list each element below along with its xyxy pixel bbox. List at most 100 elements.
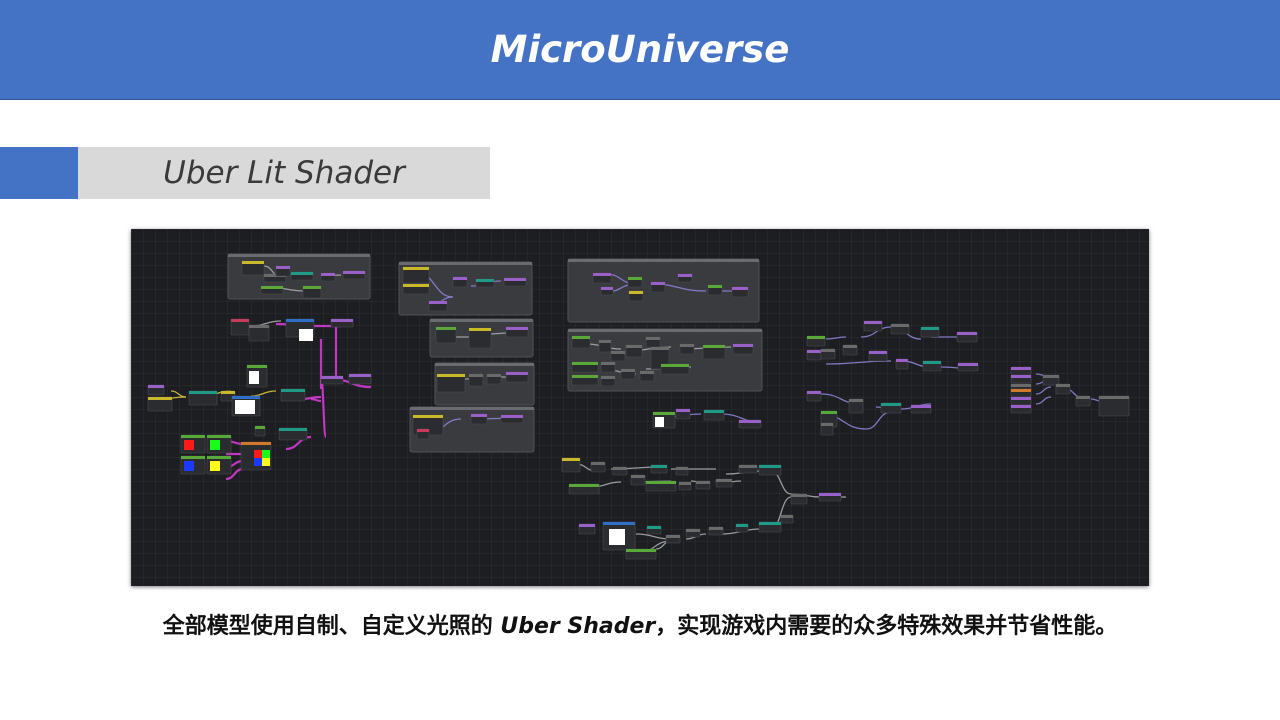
preview-swatch: [655, 417, 664, 427]
shader-node-header: [626, 549, 656, 552]
shader-node-header: [696, 481, 710, 484]
shader-node-header: [242, 261, 264, 264]
shader-node-header: [680, 344, 694, 347]
header-bar: MicroUniverse: [0, 0, 1280, 100]
preview-swatch: [254, 450, 262, 458]
preview-swatch: [235, 400, 255, 414]
caption: 全部模型使用自制、自定义光照的 Uber Shader，实现游戏内需要的众多特殊…: [0, 608, 1280, 640]
node-group-header: [568, 329, 762, 332]
shader-node-header: [1099, 396, 1129, 399]
shader-node-header: [736, 524, 748, 527]
shader-node-header: [601, 376, 615, 379]
shader-node-header: [646, 481, 676, 484]
section-accent: [0, 147, 78, 199]
shader-node-header: [646, 337, 660, 340]
shader-node-header: [869, 351, 887, 354]
shader-node-header: [276, 266, 290, 269]
shader-node-header: [207, 435, 231, 438]
shader-node-header: [819, 493, 841, 496]
shader-node-header: [739, 420, 761, 423]
connection-wire: [250, 390, 277, 397]
shader-node-header: [881, 403, 901, 406]
shader-node-header: [923, 361, 941, 364]
shader-node-header: [601, 287, 613, 290]
shader-node-header: [651, 347, 669, 350]
shader-node-header: [849, 399, 863, 402]
shader-node-header: [739, 465, 757, 468]
connection-wire: [1035, 386, 1052, 395]
shader-node-header: [666, 535, 680, 538]
shader-node-header: [207, 456, 231, 459]
shader-node-header: [1043, 375, 1059, 378]
shader-node-header: [181, 435, 205, 438]
shader-node-header: [628, 277, 642, 280]
shader-node-header: [572, 375, 598, 378]
shader-node-header: [281, 389, 305, 392]
preview-swatch: [299, 329, 313, 341]
node-group-header: [568, 259, 759, 262]
shader-node-header: [487, 374, 501, 377]
connection-wire: [310, 397, 322, 403]
shader-node-header: [791, 494, 807, 497]
preview-swatch: [210, 461, 220, 471]
shader-node-header: [579, 524, 595, 527]
shader-node-header: [651, 465, 667, 468]
shader-node-header: [1011, 367, 1031, 370]
shader-node-header: [676, 409, 690, 412]
shader-node-header: [403, 267, 429, 270]
preview-swatch: [262, 450, 270, 458]
shader-node-header: [148, 397, 172, 400]
shader-node-header: [733, 344, 753, 347]
shader-node-header: [807, 350, 821, 353]
preview-swatch: [210, 440, 220, 450]
shader-node-header: [1011, 405, 1031, 408]
caption-emphasis: Uber Shader: [500, 614, 656, 639]
preview-swatch: [249, 371, 259, 384]
shader-node-header: [572, 336, 590, 339]
shader-node-header: [261, 286, 283, 289]
shader-node-header: [417, 429, 429, 432]
shader-node-header: [821, 349, 835, 352]
shader-node-header: [403, 284, 429, 287]
shader-node-header: [506, 372, 528, 375]
shader-node-header: [572, 362, 598, 365]
shader-node-header: [613, 467, 627, 470]
shader-node-header: [704, 410, 724, 413]
shader-node-header: [921, 327, 939, 330]
shader-node-header: [148, 385, 164, 388]
shader-node-header: [303, 286, 321, 289]
shader-node-header: [231, 319, 249, 322]
connection-wire: [865, 411, 892, 430]
connection-wire: [170, 390, 187, 398]
preview-swatch: [184, 461, 194, 471]
caption-suffix: ，实现游戏内需要的众多特殊效果并节省性能。: [655, 614, 1118, 639]
section-title-bar: Uber Lit Shader: [78, 147, 490, 199]
shader-node-header: [676, 467, 688, 470]
shader-node-header: [891, 324, 909, 327]
shader-node-header: [247, 365, 267, 368]
shader-node-header: [1056, 384, 1070, 387]
shader-node-header: [781, 515, 793, 518]
shader-node-header: [286, 319, 314, 322]
shader-node-header: [562, 458, 580, 461]
shader-node-header: [1011, 389, 1031, 392]
shader-node-header: [593, 273, 611, 276]
preview-swatch: [254, 458, 262, 466]
shader-node-header: [1011, 384, 1031, 387]
shader-node-header: [504, 278, 526, 281]
shader-node-header: [232, 396, 260, 399]
shader-node-header: [343, 271, 365, 274]
shader-node-header: [821, 411, 837, 414]
shader-node-header: [896, 359, 908, 362]
shader-node-header: [1076, 396, 1090, 399]
shader-node-header: [469, 328, 491, 331]
shader-node-header: [759, 522, 781, 525]
shader-node-header: [591, 462, 605, 465]
shader-node-header: [626, 345, 642, 348]
app-title: MicroUniverse: [490, 28, 790, 71]
shader-node-header: [599, 340, 611, 343]
shader-node-header: [291, 272, 313, 275]
shader-node-header: [255, 426, 265, 429]
shader-node-header: [221, 391, 235, 394]
shader-node-header: [501, 415, 523, 418]
